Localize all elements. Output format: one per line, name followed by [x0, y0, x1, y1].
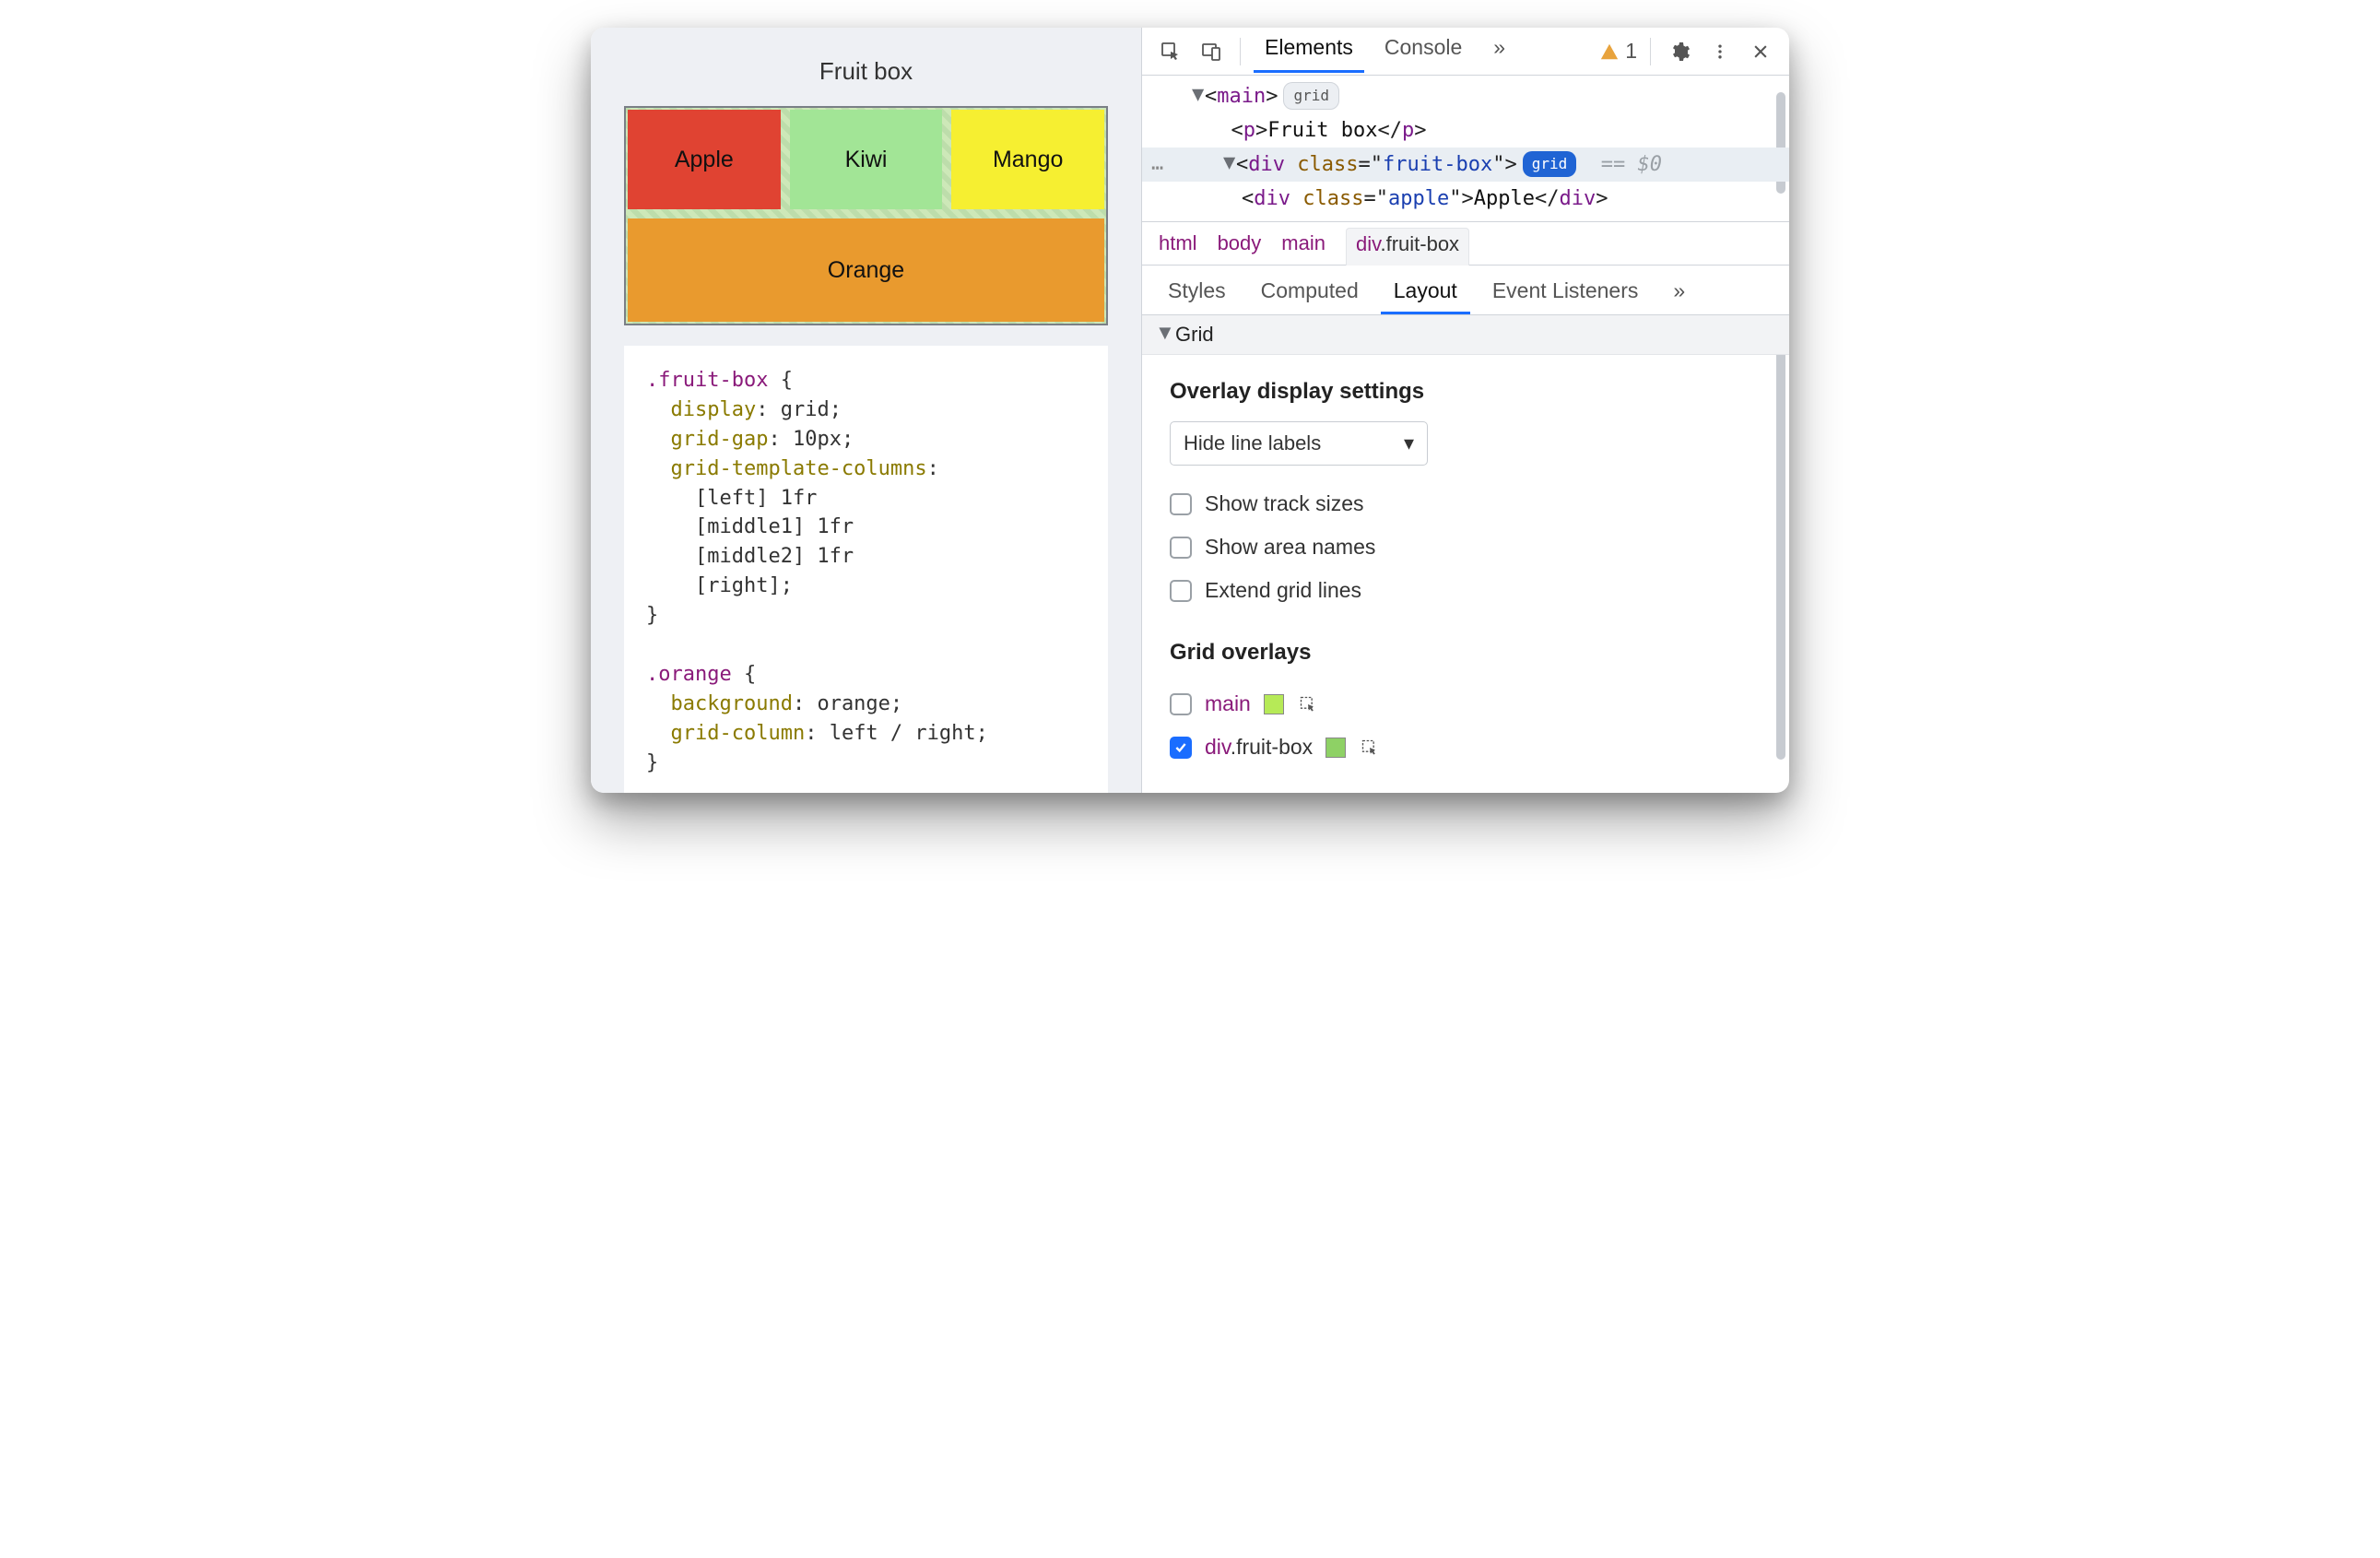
- dom-node-main[interactable]: ▼<main>grid: [1142, 79, 1789, 113]
- inspected-page-pane: Fruit box Apple Kiwi Mango Orange .fruit…: [591, 28, 1142, 793]
- crumb-main[interactable]: main: [1281, 231, 1325, 255]
- check-extend-lines[interactable]: Extend grid lines: [1170, 569, 1761, 612]
- grid-section-body: Overlay display settings Hide line label…: [1142, 355, 1789, 778]
- grid-section-label: Grid: [1175, 323, 1214, 347]
- crumb-fruit-box[interactable]: div.fruit-box: [1346, 228, 1469, 266]
- grid-overlays-list: main div.fruit-box: [1170, 682, 1761, 769]
- dom-node-apple[interactable]: <div class="apple">Apple</div>: [1142, 182, 1789, 216]
- tab-console[interactable]: Console: [1373, 30, 1473, 73]
- subtab-computed[interactable]: Computed: [1248, 273, 1372, 314]
- fruit-grid: Apple Kiwi Mango Orange: [628, 110, 1104, 322]
- grid-section-header[interactable]: ▼ Grid: [1142, 315, 1789, 355]
- highlight-element-icon[interactable]: [1359, 737, 1381, 759]
- toolbar-separator: [1240, 38, 1241, 65]
- sidebar-tabs: Styles Computed Layout Event Listeners »: [1142, 266, 1789, 315]
- checkbox-icon: [1170, 493, 1192, 515]
- crumb-html[interactable]: html: [1159, 231, 1197, 255]
- highlight-element-icon[interactable]: [1297, 693, 1319, 715]
- line-labels-select[interactable]: Hide line labels ▾: [1170, 421, 1428, 466]
- checkbox-icon: [1170, 580, 1192, 602]
- checkbox-icon: [1170, 537, 1192, 559]
- inspect-element-icon[interactable]: [1155, 36, 1186, 67]
- subtab-listeners[interactable]: Event Listeners: [1479, 273, 1652, 314]
- subtab-layout[interactable]: Layout: [1381, 273, 1470, 314]
- fruit-cell-apple: Apple: [628, 110, 781, 209]
- page-heading: Fruit box: [624, 57, 1108, 86]
- css-source-panel: .fruit-box { display: grid; grid-gap: 10…: [624, 346, 1108, 793]
- layout-pane: ▼ Grid Overlay display settings Hide lin…: [1142, 315, 1789, 793]
- check-area-names[interactable]: Show area names: [1170, 525, 1761, 569]
- dom-node-fruit-box[interactable]: ⋯▼<div class="fruit-box">grid == $0: [1142, 148, 1789, 182]
- fruit-cell-mango: Mango: [951, 110, 1104, 209]
- dom-tree[interactable]: ▼<main>grid <p>Fruit box</p> ⋯▼<div clas…: [1142, 76, 1789, 222]
- fruit-box-container: Apple Kiwi Mango Orange: [624, 106, 1108, 325]
- overlay-settings-heading: Overlay display settings: [1170, 379, 1761, 405]
- chevron-down-icon: ▼: [1155, 321, 1168, 345]
- color-swatch[interactable]: [1264, 694, 1284, 714]
- kebab-menu-icon[interactable]: [1704, 36, 1736, 67]
- gear-icon[interactable]: [1664, 36, 1695, 67]
- subtab-styles[interactable]: Styles: [1155, 273, 1239, 314]
- dom-node-p[interactable]: <p>Fruit box</p>: [1142, 113, 1789, 148]
- check-track-sizes[interactable]: Show track sizes: [1170, 482, 1761, 525]
- devtools-toolbar: Elements Console » 1: [1142, 28, 1789, 76]
- close-icon[interactable]: [1745, 36, 1776, 67]
- tab-elements[interactable]: Elements: [1254, 30, 1364, 73]
- tab-more[interactable]: »: [1482, 30, 1516, 73]
- warnings-indicator[interactable]: 1: [1599, 39, 1637, 64]
- grid-overlay-row[interactable]: div.fruit-box: [1170, 726, 1761, 769]
- crumb-body[interactable]: body: [1218, 231, 1262, 255]
- color-swatch[interactable]: [1325, 738, 1346, 758]
- grid-overlay-row[interactable]: main: [1170, 682, 1761, 726]
- line-labels-value: Hide line labels: [1184, 431, 1321, 455]
- devtools-panel: Elements Console » 1 ▼<main>grid <p>Frui…: [1142, 28, 1789, 793]
- checkbox-icon: [1170, 693, 1192, 715]
- devtools-window: Fruit box Apple Kiwi Mango Orange .fruit…: [591, 28, 1789, 793]
- subtab-more[interactable]: »: [1660, 273, 1698, 314]
- fruit-cell-orange: Orange: [628, 218, 1104, 322]
- fruit-cell-kiwi: Kiwi: [790, 110, 943, 209]
- chevron-down-icon: ▾: [1404, 431, 1414, 455]
- toolbar-separator: [1650, 38, 1651, 65]
- overlay-name: div.fruit-box: [1205, 735, 1313, 760]
- grid-overlays-heading: Grid overlays: [1170, 640, 1761, 666]
- breadcrumb: html body main div.fruit-box: [1142, 222, 1789, 266]
- checkbox-icon: [1170, 737, 1192, 759]
- overlay-name: main: [1205, 691, 1251, 716]
- warning-count: 1: [1625, 39, 1637, 64]
- device-toggle-icon[interactable]: [1196, 36, 1227, 67]
